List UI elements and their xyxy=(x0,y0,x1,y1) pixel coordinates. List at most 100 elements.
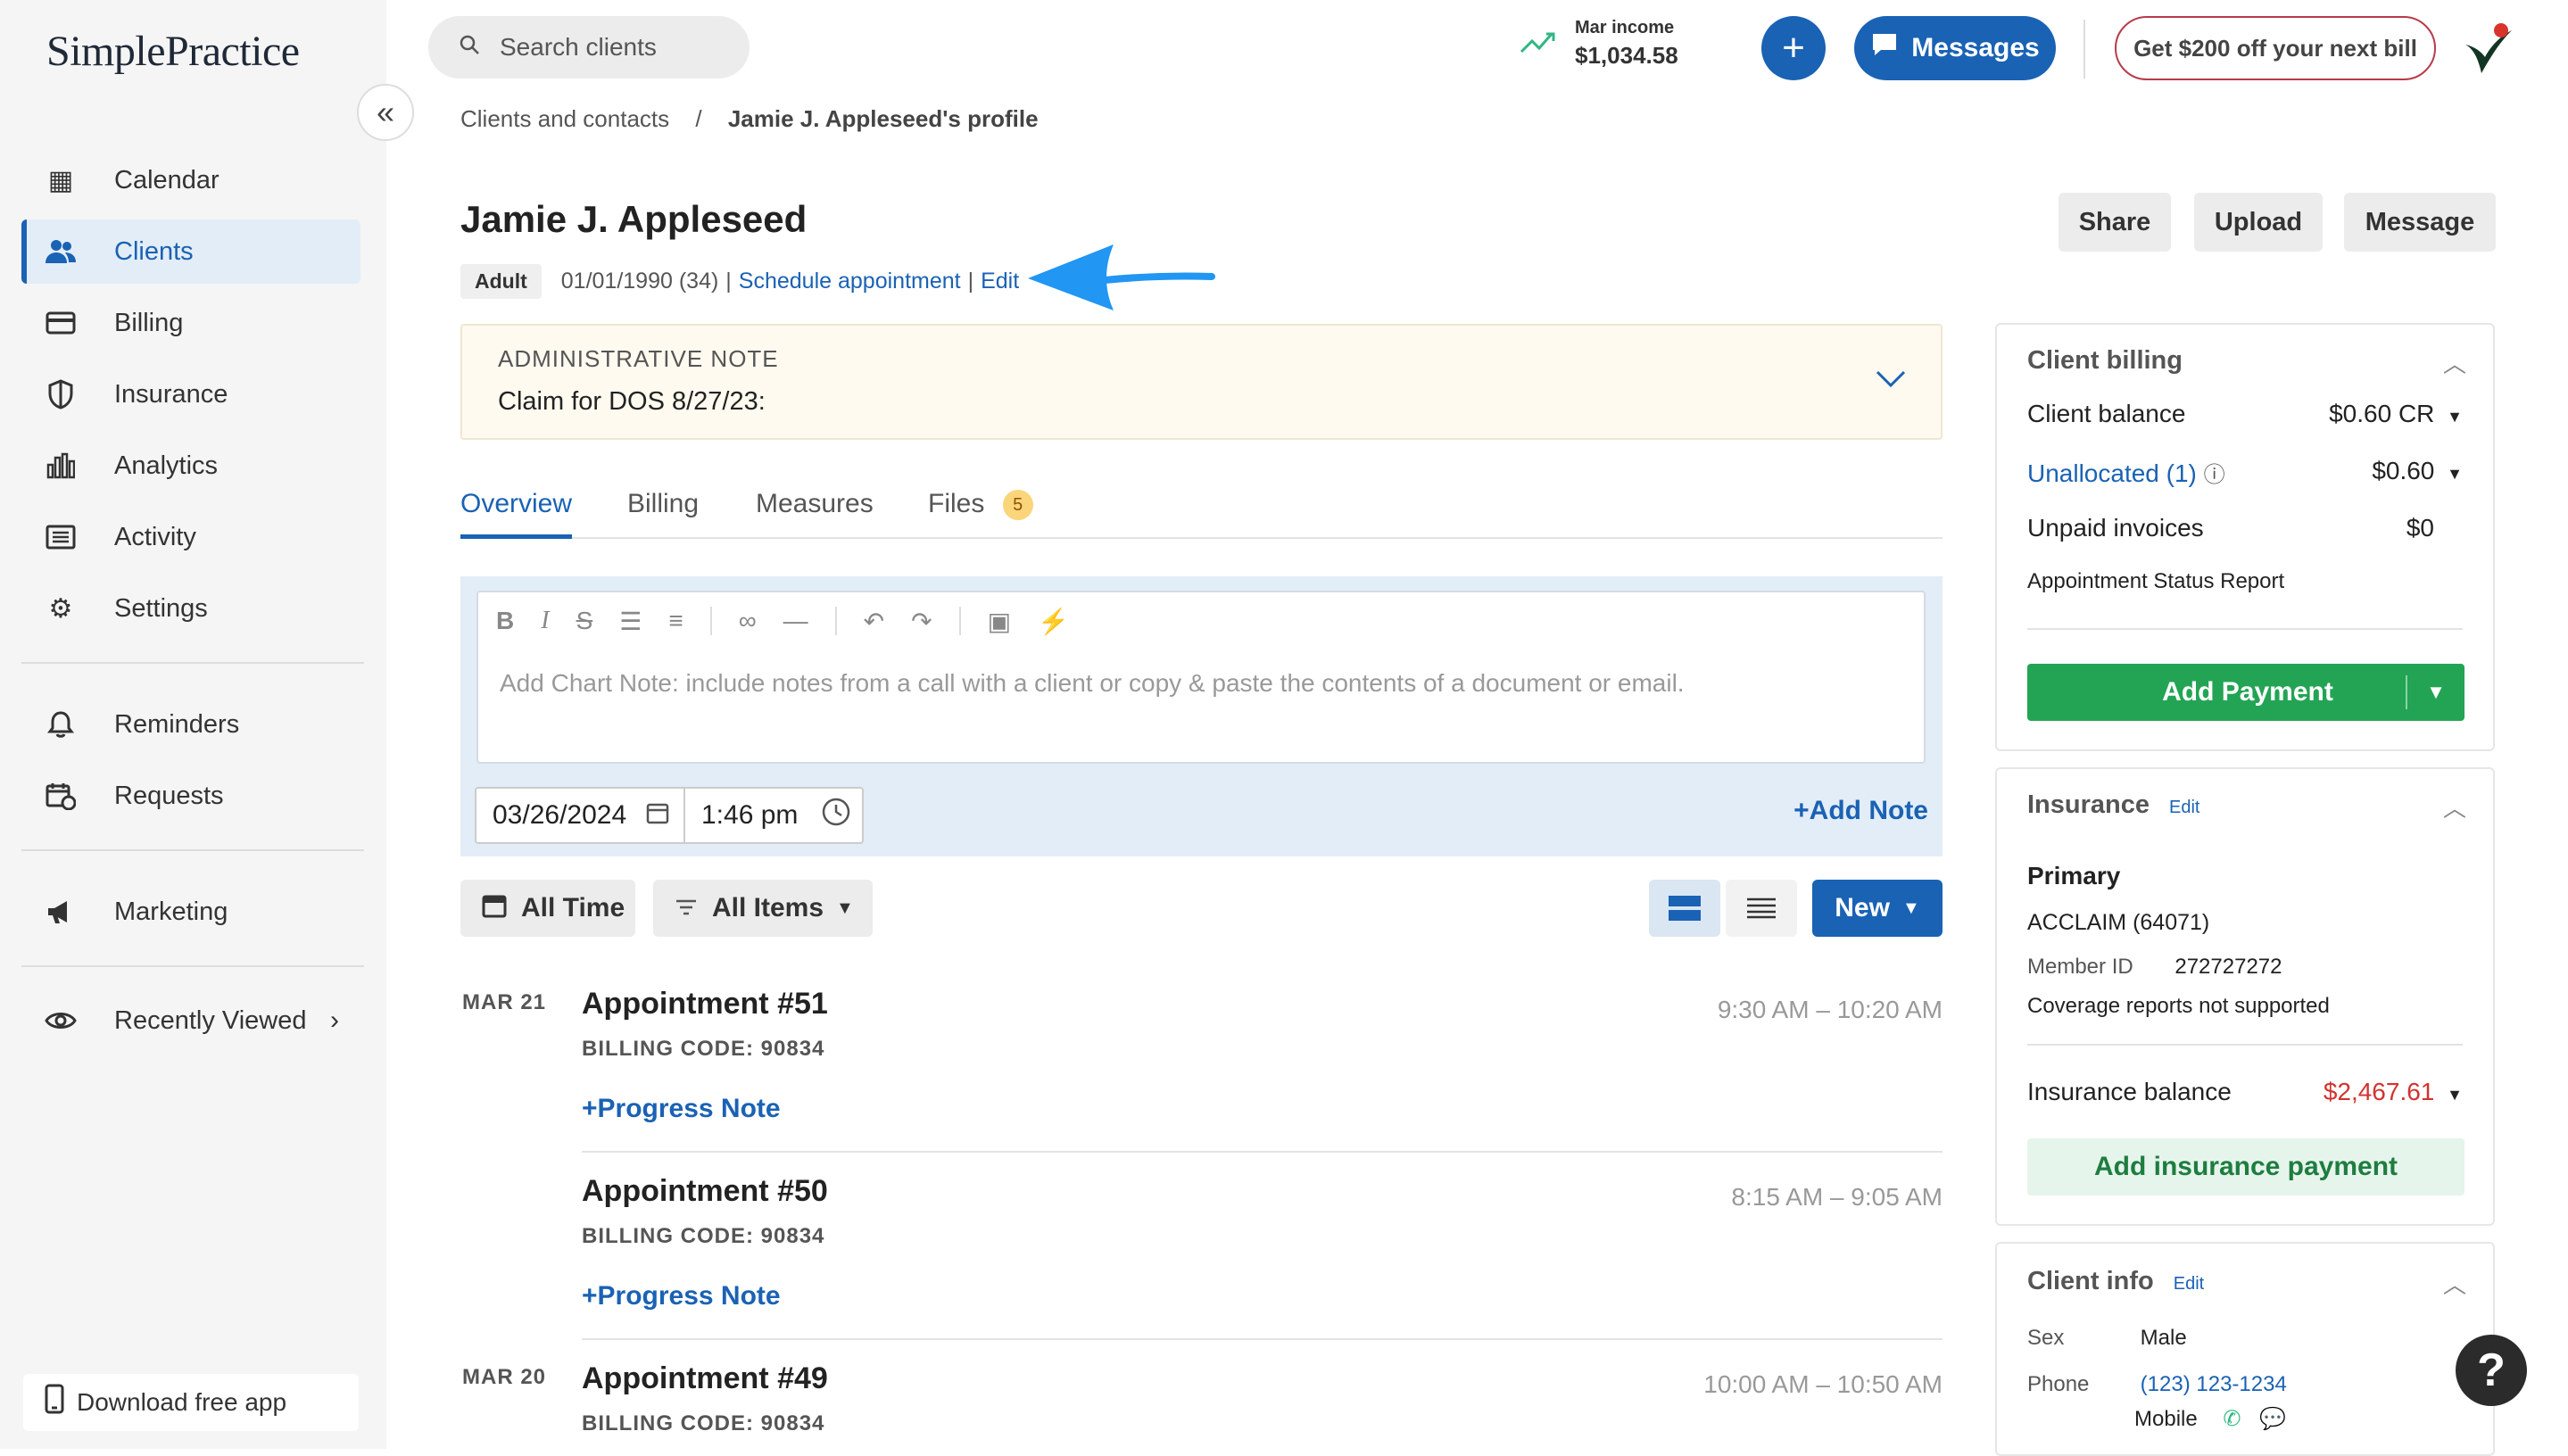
topbar-divider xyxy=(2083,20,2085,79)
sidebar-item-label: Reminders xyxy=(114,709,240,739)
quick-add-button[interactable]: + xyxy=(1761,16,1826,80)
insurance-balance-value[interactable]: $2,467.61 ▼ xyxy=(2324,1078,2463,1106)
income-summary[interactable]: Mar income $1,034.58 xyxy=(1520,18,1678,70)
chevron-down-icon[interactable] xyxy=(1875,360,1907,397)
sidebar-item-billing[interactable]: Billing xyxy=(21,291,360,355)
income-label: Mar income xyxy=(1575,18,1675,37)
client-balance-value[interactable]: $0.60 CR ▼ xyxy=(2329,400,2463,428)
share-button[interactable]: Share xyxy=(2059,193,2171,252)
phone-icon[interactable]: ✆ xyxy=(2223,1407,2241,1431)
appointment-status-report-link[interactable]: Appointment Status Report xyxy=(2027,569,2284,594)
sidebar-item-marketing[interactable]: Marketing xyxy=(21,880,360,944)
new-label: New xyxy=(1835,893,1890,922)
bullet-list-icon[interactable]: ☰ xyxy=(619,607,642,636)
add-insurance-payment-button[interactable]: Add insurance payment xyxy=(2027,1138,2464,1195)
meta-separator: | xyxy=(725,269,732,294)
add-progress-note-link[interactable]: +Progress Note xyxy=(582,1281,781,1311)
breadcrumb-parent-link[interactable]: Clients and contacts xyxy=(460,105,669,132)
sidebar-item-analytics[interactable]: Analytics xyxy=(21,434,360,498)
requests-icon xyxy=(43,782,79,810)
edit-insurance-link[interactable]: Edit xyxy=(2169,798,2199,817)
sidebar-item-requests[interactable]: Requests xyxy=(21,764,360,828)
chart-note-editor[interactable]: B I S ☰ ≡ ∞ — ↶ ↷ ▣ ⚡ Add Chart Note: in… xyxy=(476,591,1926,764)
collapse-sidebar-button[interactable]: « xyxy=(357,84,414,141)
promo-button[interactable]: Get $200 off your next bill xyxy=(2115,16,2436,80)
add-note-button[interactable]: +Add Note xyxy=(1793,796,1928,826)
tab-measures[interactable]: Measures xyxy=(756,489,874,539)
breadcrumb-current: Jamie J. Appleseed's profile xyxy=(727,105,1039,132)
sidebar-item-clients[interactable]: Clients xyxy=(21,219,360,284)
caret-down-icon[interactable]: ▼ xyxy=(2406,675,2464,709)
ai-bolt-icon[interactable]: ⚡ xyxy=(1038,607,1069,636)
new-button[interactable]: New ▼ xyxy=(1812,880,1943,937)
unallocated-link[interactable]: Unallocated (1) ⓘ xyxy=(2027,457,2225,488)
search-icon xyxy=(459,34,480,62)
redo-icon[interactable]: ↷ xyxy=(911,607,932,636)
download-app-button[interactable]: Download free app xyxy=(23,1374,359,1431)
list-view-button[interactable] xyxy=(1726,880,1797,937)
messages-button[interactable]: Messages xyxy=(1854,16,2056,80)
insurance-card: Insurance Edit ︿ Primary ACCLAIM (64071) … xyxy=(1995,767,2495,1226)
coverage-note: Coverage reports not supported xyxy=(2027,994,2330,1018)
add-payment-label: Add Payment xyxy=(2162,677,2333,707)
tab-billing[interactable]: Billing xyxy=(627,489,699,539)
sex-label: Sex xyxy=(2027,1326,2065,1350)
items-filter-button[interactable]: All Items ▼ xyxy=(653,880,873,937)
tab-files[interactable]: Files 5 xyxy=(928,489,1033,539)
upload-button[interactable]: Upload xyxy=(2194,193,2323,252)
strikethrough-icon[interactable]: S xyxy=(576,607,593,636)
search-input[interactable]: Search clients xyxy=(428,16,750,79)
sidebar-item-insurance[interactable]: Insurance xyxy=(21,362,360,426)
italic-icon[interactable]: I xyxy=(541,607,549,636)
bold-icon[interactable]: B xyxy=(496,607,514,636)
calendar-icon: ▦ xyxy=(47,165,74,195)
logo[interactable]: SimplePractice xyxy=(46,27,300,76)
add-progress-note-link[interactable]: +Progress Note xyxy=(582,1094,781,1124)
tab-overview[interactable]: Overview xyxy=(460,489,573,539)
horizontal-rule-icon[interactable]: — xyxy=(783,607,808,636)
sidebar-item-recently-viewed[interactable]: Recently Viewed › xyxy=(21,989,360,1053)
sidebar-item-label: Requests xyxy=(114,781,224,810)
sidebar-item-calendar[interactable]: ▦ Calendar xyxy=(21,148,360,212)
undo-icon[interactable]: ↶ xyxy=(864,607,884,636)
chart-note-placeholder: Add Chart Note: include notes from a cal… xyxy=(500,669,1685,697)
add-payment-button[interactable]: Add Payment ▼ xyxy=(2027,664,2464,721)
edit-client-link[interactable]: Edit xyxy=(981,269,1019,294)
administrative-note[interactable]: ADMINISTRATIVE NOTE Claim for DOS 8/27/2… xyxy=(460,324,1943,440)
appointment-divider xyxy=(582,1151,1943,1153)
help-button[interactable]: ? xyxy=(2456,1335,2527,1406)
appointment-title[interactable]: Appointment #50 xyxy=(582,1174,828,1209)
sidebar-item-label: Settings xyxy=(114,593,208,623)
sidebar-item-activity[interactable]: Activity xyxy=(21,505,360,569)
note-date-input[interactable]: 03/26/2024 xyxy=(475,787,685,844)
message-button[interactable]: Message xyxy=(2344,193,2496,252)
appointment-time: 8:15 AM – 9:05 AM xyxy=(1731,1183,1943,1211)
editor-toolbar: B I S ☰ ≡ ∞ — ↶ ↷ ▣ ⚡ xyxy=(496,607,1096,636)
meta-separator: | xyxy=(967,269,974,294)
phone-link[interactable]: (123) 123-1234 xyxy=(2141,1372,2287,1396)
sex-value: Male xyxy=(2140,1326,2187,1350)
sidebar-item-settings[interactable]: ⚙ Settings xyxy=(21,576,360,641)
appointment-date: MAR 20 xyxy=(462,1365,547,1389)
chevron-up-icon[interactable]: ︿ xyxy=(2443,346,2466,379)
sidebar-item-reminders[interactable]: Reminders xyxy=(21,692,360,757)
schedule-appointment-link[interactable]: Schedule appointment xyxy=(739,269,961,294)
edit-client-info-link[interactable]: Edit xyxy=(2174,1274,2204,1294)
unallocated-value[interactable]: $0.60 ▼ xyxy=(2372,457,2463,488)
link-icon[interactable]: ∞ xyxy=(739,607,757,636)
phone-type: Mobile xyxy=(2134,1407,2198,1431)
trend-up-icon xyxy=(1520,24,1559,64)
appointment-title[interactable]: Appointment #49 xyxy=(582,1361,828,1396)
appointment-title[interactable]: Appointment #51 xyxy=(582,987,828,1022)
chat-icon[interactable]: 💬 xyxy=(2259,1407,2286,1431)
template-icon[interactable]: ▣ xyxy=(988,607,1011,636)
time-filter-button[interactable]: All Time xyxy=(460,880,635,937)
note-time-input[interactable]: 1:46 pm xyxy=(685,787,864,844)
age-group-badge: Adult xyxy=(460,264,542,299)
chevron-up-icon[interactable]: ︿ xyxy=(2443,1267,2466,1300)
tab-files-label: Files xyxy=(928,489,985,518)
account-avatar[interactable] xyxy=(2456,18,2519,80)
chevron-up-icon[interactable]: ︿ xyxy=(2443,790,2466,823)
numbered-list-icon[interactable]: ≡ xyxy=(668,607,683,636)
card-view-button[interactable] xyxy=(1649,880,1720,937)
